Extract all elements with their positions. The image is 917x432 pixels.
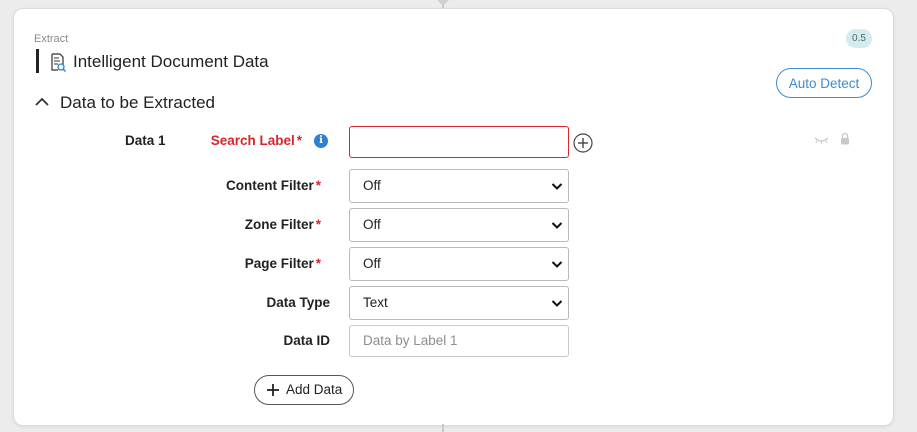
- chevron-up-icon[interactable]: [35, 97, 49, 107]
- required-marker: *: [296, 133, 302, 148]
- content-filter-value: Off: [363, 178, 381, 193]
- required-marker: *: [315, 256, 321, 271]
- step-category: Extract: [34, 33, 69, 45]
- zone-filter-label: Zone Filter *: [121, 217, 321, 232]
- chevron-down-icon: [551, 222, 563, 229]
- data-type-select[interactable]: Text: [349, 286, 569, 320]
- data-type-label-text: Data Type: [266, 295, 330, 310]
- search-label-text: Search Label: [210, 133, 295, 148]
- content-filter-label: Content Filter *: [121, 178, 321, 193]
- content-filter-select[interactable]: Off: [349, 169, 569, 203]
- auto-detect-button[interactable]: Auto Detect: [776, 68, 872, 98]
- data-type-value: Text: [363, 295, 388, 310]
- chevron-down-icon: [551, 300, 563, 307]
- chevron-down-icon: [551, 261, 563, 268]
- extract-step-card: Extract Intelligent Document Data 0.5 Au…: [13, 8, 894, 426]
- required-marker: *: [315, 178, 321, 193]
- data-id-input[interactable]: Data by Label 1: [349, 325, 569, 357]
- data-id-label-text: Data ID: [283, 333, 330, 348]
- data-id-label: Data ID: [130, 333, 330, 348]
- zone-filter-value: Off: [363, 217, 381, 232]
- data-id-placeholder: Data by Label 1: [363, 333, 458, 348]
- zone-filter-label-text: Zone Filter: [244, 217, 314, 232]
- content-filter-label-text: Content Filter: [225, 178, 314, 193]
- flow-connector-bottom: [442, 424, 444, 432]
- data-type-label: Data Type: [130, 295, 330, 310]
- plus-circle-icon[interactable]: [573, 133, 593, 153]
- flow-connector-arrow: [437, 0, 449, 6]
- page-filter-label: Page Filter *: [121, 256, 321, 271]
- chevron-down-icon: [551, 183, 563, 190]
- add-data-label: Add Data: [286, 382, 343, 397]
- lock-icon[interactable]: [840, 132, 850, 145]
- page-filter-select[interactable]: Off: [349, 247, 569, 281]
- add-data-button[interactable]: Add Data: [254, 375, 354, 405]
- version-badge: 0.5: [846, 29, 872, 48]
- required-marker: *: [315, 217, 321, 232]
- plus-icon: [267, 384, 279, 396]
- search-label-input[interactable]: [349, 126, 569, 158]
- section-title[interactable]: Data to be Extracted: [60, 93, 215, 113]
- eye-closed-icon[interactable]: [814, 136, 829, 145]
- step-title: Intelligent Document Data: [73, 52, 269, 71]
- page-filter-label-text: Page Filter: [244, 256, 314, 271]
- info-icon[interactable]: i: [314, 134, 328, 148]
- page-filter-value: Off: [363, 256, 381, 271]
- zone-filter-select[interactable]: Off: [349, 208, 569, 242]
- title-accent-bar: [36, 49, 39, 73]
- search-label-field-label: Search Label *: [102, 133, 302, 148]
- document-search-icon: [51, 53, 66, 73]
